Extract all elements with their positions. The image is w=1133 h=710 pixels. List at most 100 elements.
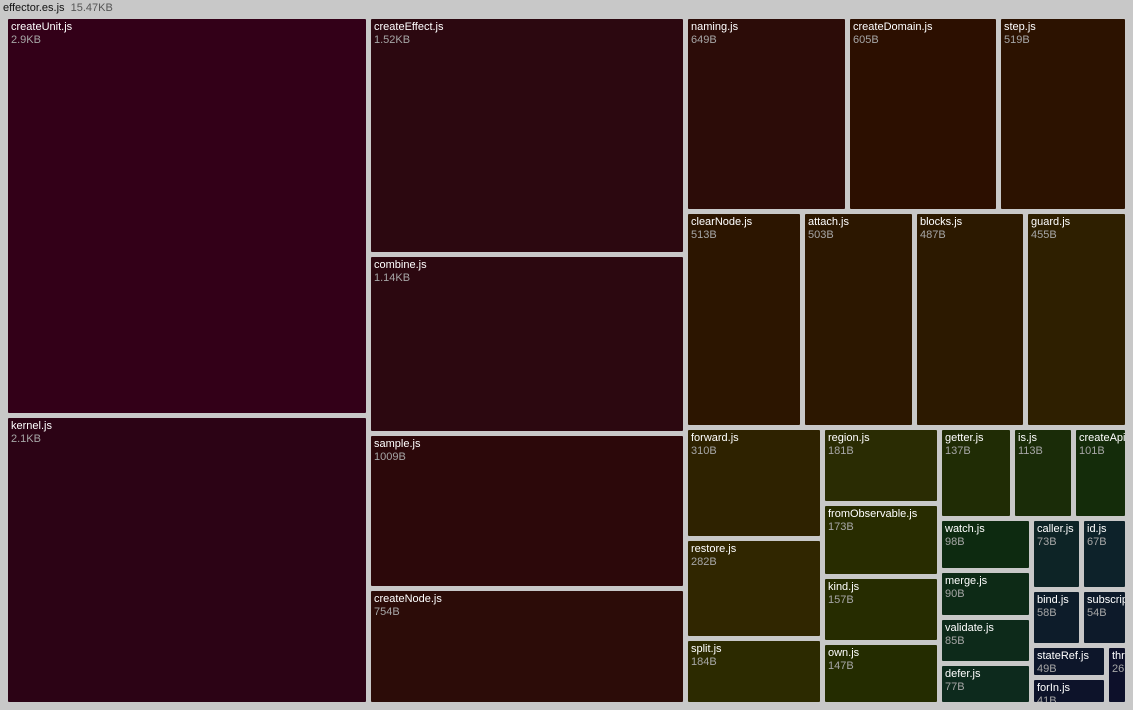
module-tile-watch[interactable]: watch.js 98B bbox=[942, 521, 1029, 568]
module-size: 2.1KB bbox=[11, 433, 41, 445]
module-tile-stateRef[interactable]: stateRef.js 49B bbox=[1034, 648, 1104, 675]
module-name: throw.js bbox=[1112, 650, 1125, 662]
module-name: getter.js bbox=[945, 432, 984, 444]
module-name: clearNode.js bbox=[691, 216, 753, 228]
module-name: restore.js bbox=[691, 543, 737, 555]
module-name: caller.js bbox=[1037, 523, 1074, 535]
module-name: kernel.js bbox=[11, 420, 52, 432]
module-name: kind.js bbox=[828, 581, 860, 593]
module-name: attach.js bbox=[808, 216, 849, 228]
module-tile-guard[interactable]: guard.js 455B bbox=[1028, 214, 1125, 425]
module-tile-is[interactable]: is.js 113B bbox=[1015, 430, 1071, 516]
module-name: watch.js bbox=[945, 523, 985, 535]
module-tile-forward[interactable]: forward.js 310B bbox=[688, 430, 820, 536]
module-size: 58B bbox=[1037, 607, 1057, 619]
module-tile-throw[interactable]: throw.js26B bbox=[1109, 648, 1125, 702]
module-tile-createNode[interactable]: createNode.js 754B bbox=[371, 591, 683, 702]
module-tile-step[interactable]: step.js 519B bbox=[1001, 19, 1125, 209]
module-name: region.js bbox=[828, 432, 870, 444]
module-tile-combine[interactable]: combine.js 1.14KB bbox=[371, 257, 683, 431]
module-name: validate.js bbox=[945, 622, 994, 634]
module-size: 173B bbox=[828, 521, 854, 533]
module-name: own.js bbox=[828, 647, 860, 659]
module-tile-attach[interactable]: attach.js 503B bbox=[805, 214, 912, 425]
module-size: 73B bbox=[1037, 536, 1057, 548]
module-tile-id[interactable]: id.js 67B bbox=[1084, 521, 1125, 587]
module-name: split.js bbox=[691, 643, 722, 655]
module-size: 98B bbox=[945, 536, 965, 548]
module-size: 487B bbox=[920, 229, 946, 241]
module-size: 77B bbox=[945, 681, 965, 693]
module-tile-clearNode[interactable]: clearNode.js 513B bbox=[688, 214, 800, 425]
module-size: 605B bbox=[853, 34, 879, 46]
module-size: 2.9KB bbox=[11, 34, 41, 46]
module-tile-own[interactable]: own.js 147B bbox=[825, 645, 937, 702]
module-tile-getter[interactable]: getter.js 137B bbox=[942, 430, 1010, 516]
module-name: forward.js bbox=[691, 432, 739, 444]
module-size: 85B bbox=[945, 635, 965, 647]
module-size: 503B bbox=[808, 229, 834, 241]
module-size: 310B bbox=[691, 445, 717, 457]
module-size: 67B bbox=[1087, 536, 1107, 548]
module-name: createDomain.js bbox=[853, 21, 933, 33]
module-tile-createDomain[interactable]: createDomain.js 605B bbox=[850, 19, 996, 209]
module-name: step.js bbox=[1004, 21, 1036, 33]
module-size: 1.52KB bbox=[374, 34, 411, 46]
module-size: 26B bbox=[1112, 663, 1125, 675]
root-size: 15.47KB bbox=[70, 2, 113, 14]
module-size: 54B bbox=[1087, 607, 1107, 619]
module-tile-kind[interactable]: kind.js 157B bbox=[825, 579, 937, 640]
module-name: stateRef.js bbox=[1037, 650, 1089, 662]
module-size: 147B bbox=[828, 660, 854, 672]
module-name: blocks.js bbox=[920, 216, 963, 228]
module-tile-forIn[interactable]: forIn.js 41B bbox=[1034, 680, 1104, 702]
module-name: naming.js bbox=[691, 21, 739, 33]
module-name: fromObservable.js bbox=[828, 508, 918, 520]
module-name: subscription.js bbox=[1087, 594, 1125, 606]
module-tile-naming[interactable]: naming.js 649B bbox=[688, 19, 845, 209]
root-name: effector.es.js bbox=[3, 2, 65, 14]
module-tile-createApi[interactable]: createApi.js101B bbox=[1076, 430, 1125, 516]
module-name: merge.js bbox=[945, 575, 988, 587]
module-size: 1009B bbox=[374, 451, 406, 463]
module-size: 1.14KB bbox=[374, 272, 411, 284]
module-name: is.js bbox=[1018, 432, 1037, 444]
module-size: 137B bbox=[945, 445, 971, 457]
module-name: id.js bbox=[1087, 523, 1107, 535]
module-name: sample.js bbox=[374, 438, 421, 450]
treemap-canvas: effector.es.js 15.47KB createUnit.js 2.9K… bbox=[0, 0, 1133, 710]
module-name: createEffect.js bbox=[374, 21, 444, 33]
module-name: guard.js bbox=[1031, 216, 1071, 228]
module-name: createUnit.js bbox=[11, 21, 73, 33]
module-tile-validate[interactable]: validate.js 85B bbox=[942, 620, 1029, 661]
module-size: 649B bbox=[691, 34, 717, 46]
module-tile-region[interactable]: region.js 181B bbox=[825, 430, 937, 501]
module-size: 90B bbox=[945, 588, 965, 600]
module-size: 282B bbox=[691, 556, 717, 568]
module-tile-caller[interactable]: caller.js 73B bbox=[1034, 521, 1079, 587]
module-tile-fromObservable[interactable]: fromObservable.js 173B bbox=[825, 506, 937, 574]
root-header[interactable]: effector.es.js 15.47KB bbox=[3, 1, 113, 16]
module-name: bind.js bbox=[1037, 594, 1069, 606]
module-size: 513B bbox=[691, 229, 717, 241]
module-size: 49B bbox=[1037, 663, 1057, 675]
module-size: 754B bbox=[374, 606, 400, 618]
module-tile-defer[interactable]: defer.js 77B bbox=[942, 666, 1029, 702]
module-tile-subscription[interactable]: subscription.js54B bbox=[1084, 592, 1125, 643]
module-size: 41B bbox=[1037, 695, 1057, 702]
module-tile-sample[interactable]: sample.js 1009B bbox=[371, 436, 683, 586]
module-name: combine.js bbox=[374, 259, 427, 271]
module-tile-merge[interactable]: merge.js 90B bbox=[942, 573, 1029, 615]
module-tile-blocks[interactable]: blocks.js 487B bbox=[917, 214, 1023, 425]
module-tile-createEffect[interactable]: createEffect.js 1.52KB bbox=[371, 19, 683, 252]
module-tile-createUnit[interactable]: createUnit.js 2.9KB bbox=[8, 19, 366, 413]
module-tile-restore[interactable]: restore.js 282B bbox=[688, 541, 820, 636]
module-size: 157B bbox=[828, 594, 854, 606]
module-tile-kernel[interactable]: kernel.js 2.1KB bbox=[8, 418, 366, 702]
module-tile-split[interactable]: split.js 184B bbox=[688, 641, 820, 702]
module-name: defer.js bbox=[945, 668, 981, 680]
module-tile-bind[interactable]: bind.js 58B bbox=[1034, 592, 1079, 643]
module-name: createApi.js bbox=[1079, 432, 1125, 444]
module-size: 184B bbox=[691, 656, 717, 668]
module-size: 181B bbox=[828, 445, 854, 457]
